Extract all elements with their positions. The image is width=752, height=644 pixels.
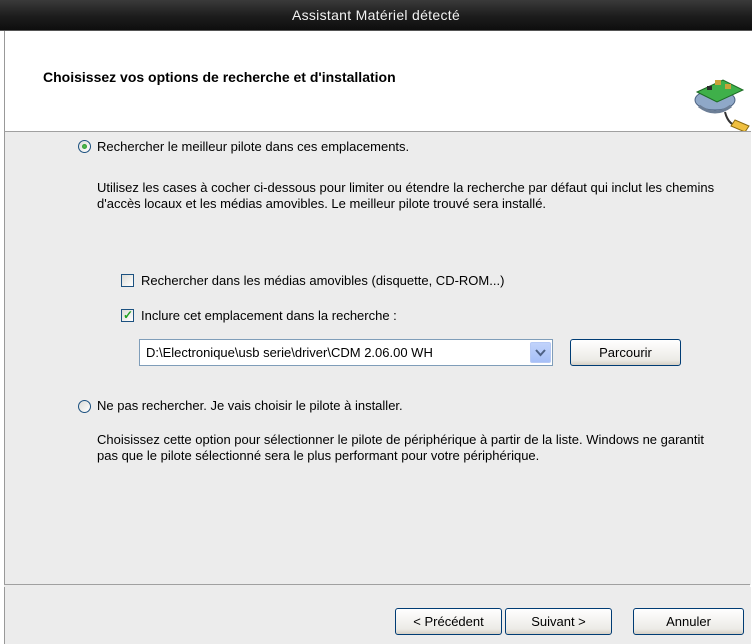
removable-media-checkbox[interactable] <box>121 274 134 287</box>
title-bar[interactable]: Assistant Matériel détecté <box>0 0 752 31</box>
manual-option-label[interactable]: Ne pas rechercher. Je vais choisir le pi… <box>97 398 403 413</box>
chevron-down-icon <box>535 349 546 357</box>
cancel-button[interactable]: Annuler <box>633 608 744 635</box>
path-combobox[interactable]: D:\Electronique\usb serie\driver\CDM 2.0… <box>139 339 553 366</box>
removable-media-label[interactable]: Rechercher dans les médias amovibles (di… <box>141 273 504 288</box>
back-button[interactable]: < Précédent <box>395 608 502 635</box>
search-option-label[interactable]: Rechercher le meilleur pilote dans ces e… <box>97 139 409 154</box>
wizard-window: Assistant Matériel détecté Choisissez vo… <box>0 0 752 644</box>
manual-radio[interactable] <box>78 400 91 413</box>
next-button[interactable]: Suivant > <box>505 608 612 635</box>
path-value: D:\Electronique\usb serie\driver\CDM 2.0… <box>146 345 433 360</box>
manual-option-description: Choisissez cette option pour sélectionne… <box>97 432 705 463</box>
search-radio[interactable] <box>78 140 91 153</box>
page-title: Choisissez vos options de recherche et d… <box>43 69 396 85</box>
hardware-install-icon <box>694 79 750 133</box>
dropdown-button[interactable] <box>530 342 551 363</box>
include-location-label[interactable]: Inclure cet emplacement dans la recherch… <box>141 308 397 323</box>
checkmark-icon: ✓ <box>123 308 134 322</box>
browse-button[interactable]: Parcourir <box>570 339 681 366</box>
wizard-header: Choisissez vos options de recherche et d… <box>4 31 751 133</box>
include-location-checkbox[interactable]: ✓ <box>121 308 134 322</box>
search-option-description: Utilisez les cases à cocher ci-dessous p… <box>97 180 715 211</box>
radio-selected-dot <box>82 144 87 149</box>
window-title: Assistant Matériel détecté <box>291 7 461 23</box>
